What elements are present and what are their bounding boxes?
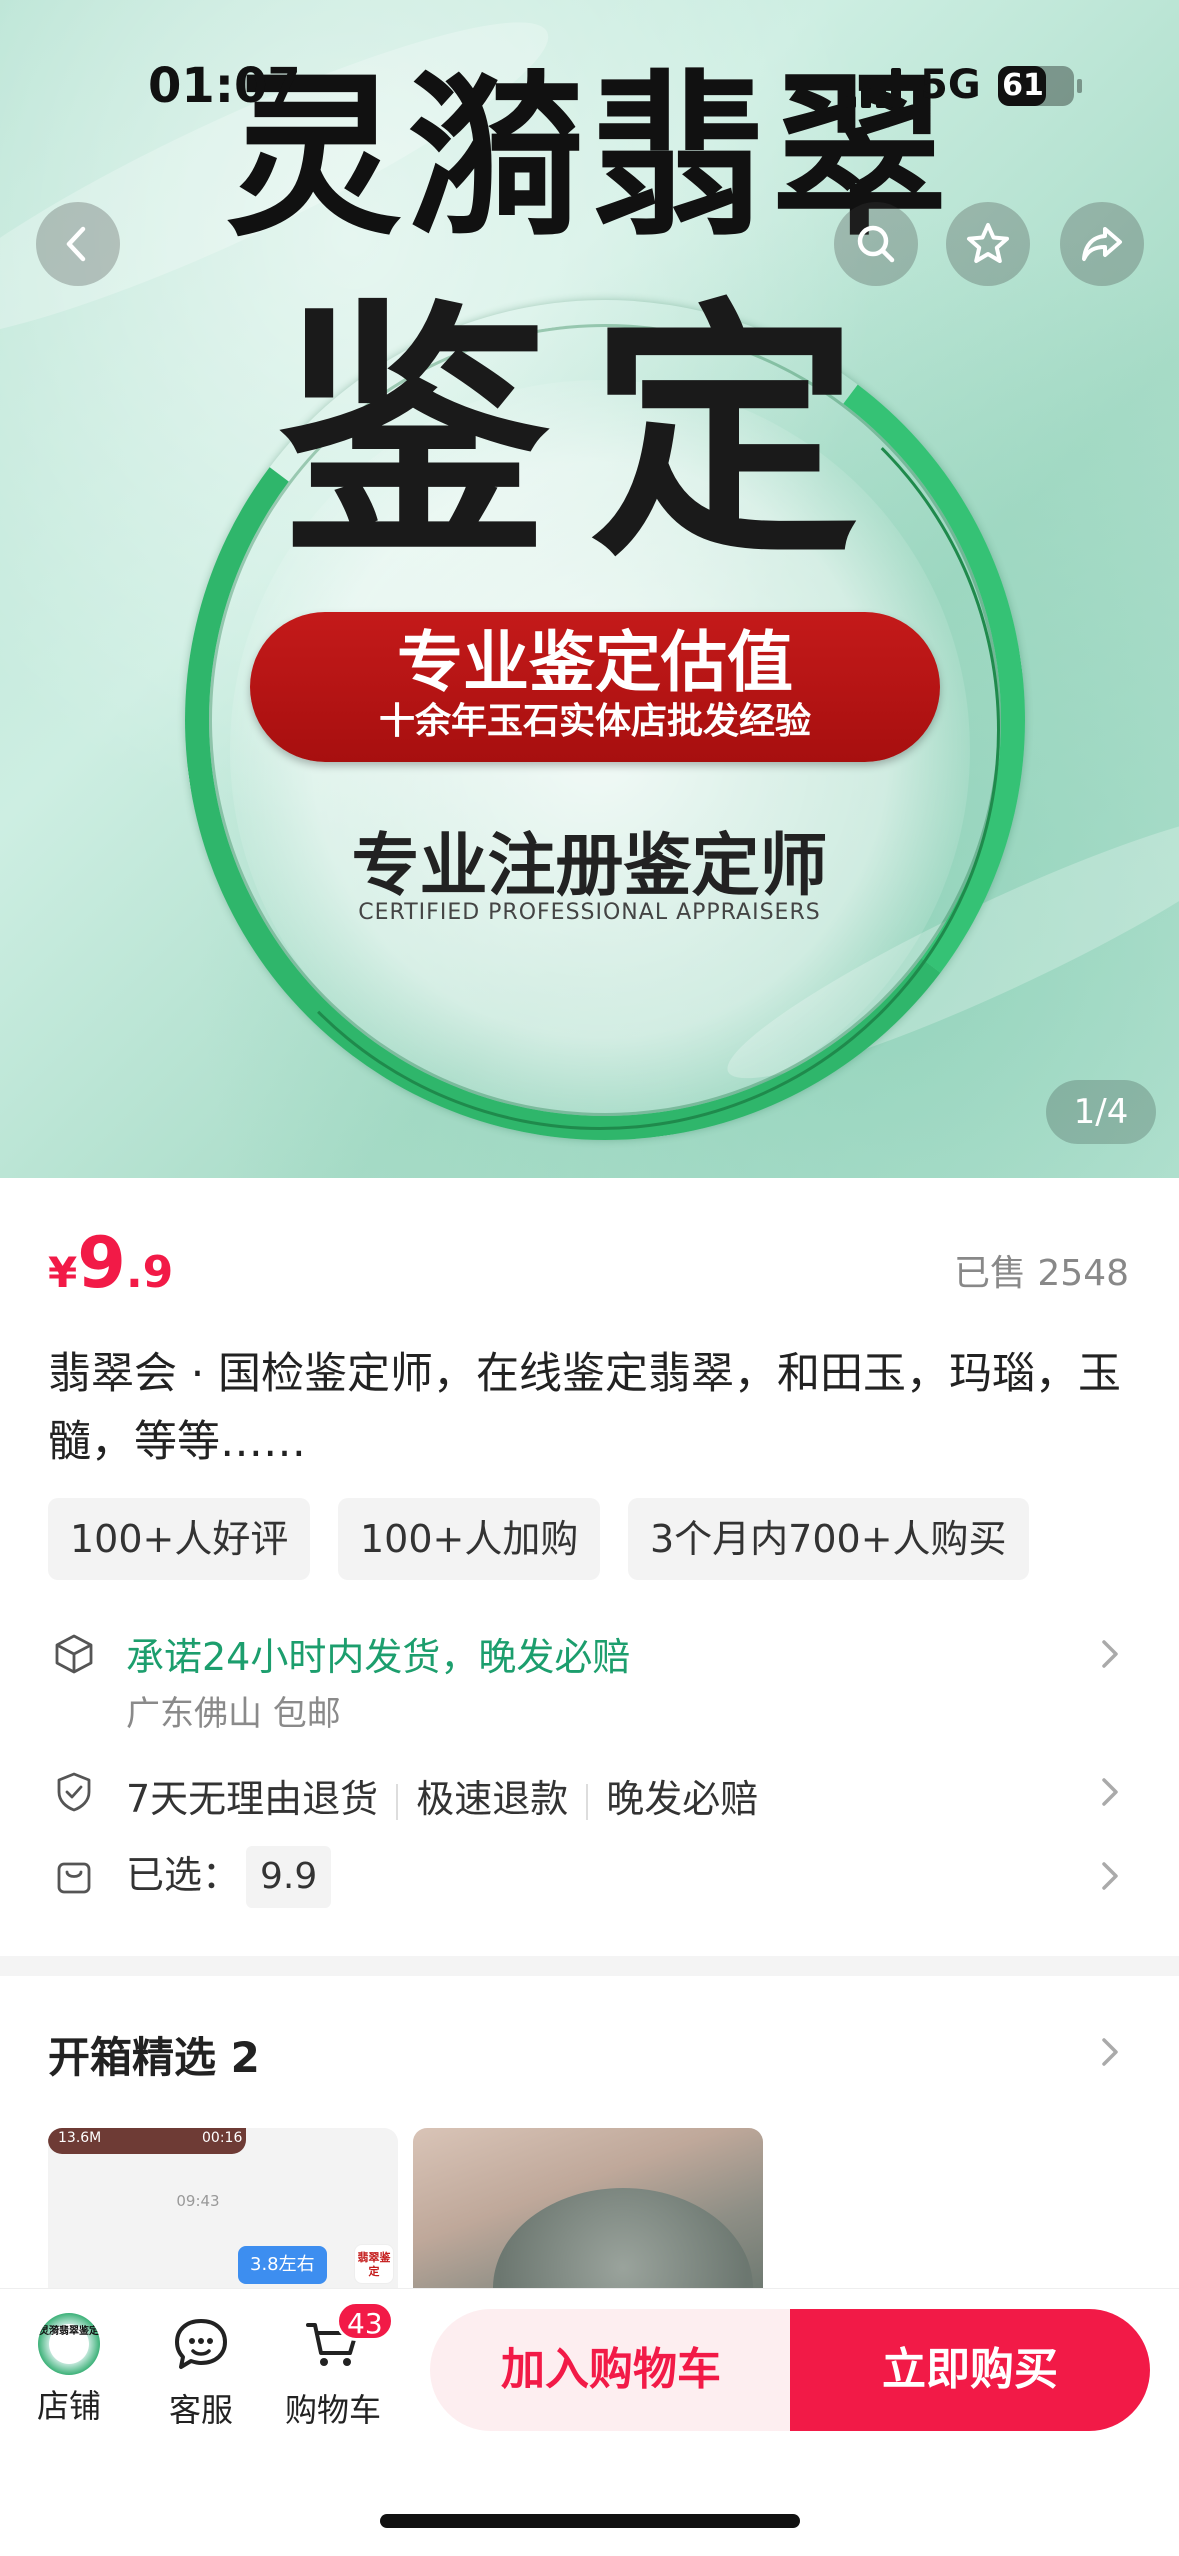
price-currency: ¥ [48, 1248, 78, 1297]
shopping-bag-icon [57, 1862, 91, 1894]
service-guarantee-row[interactable]: 7天无理由退货 极速退款 晚发必赔 [0, 1760, 1179, 1824]
package-icon [55, 1634, 93, 1674]
product-price: ¥9.9 [48, 1222, 173, 1304]
price-decimal: .9 [125, 1247, 174, 1298]
hero-subtitle-en: CERTIFIED PROFESSIONAL APPRAISERS [358, 900, 821, 925]
network-type: 5G [920, 62, 981, 108]
image-pager: 1/4 [1046, 1080, 1156, 1144]
video-size: 13.6M [58, 2130, 102, 2146]
tag-good-reviews[interactable]: 100+人好评 [48, 1498, 311, 1580]
shop-logo-avatar: 灵漪翡翠鉴定 [38, 2313, 100, 2375]
customer-service-label: 客服 [168, 2391, 233, 2429]
cart-tab[interactable]: 43 购物车 [278, 2301, 394, 2431]
divider [586, 1783, 589, 1820]
chevron-right-icon[interactable] [1095, 2032, 1125, 2072]
battery-level: 61 [1002, 68, 1044, 103]
service-list: 7天无理由退货 极速退款 晚发必赔 [126, 1768, 758, 1823]
share-icon [1082, 227, 1122, 261]
banner-sub-text: 十余年玉石实体店批发经验 [378, 701, 811, 742]
search-button[interactable] [834, 202, 918, 286]
battery-icon: 61 [998, 66, 1082, 106]
favorite-button[interactable] [946, 202, 1030, 286]
hero-red-banner: 专业鉴定估值 十余年玉石实体店批发经验 [250, 612, 940, 762]
service-item-late: 晚发必赔 [606, 1777, 759, 1821]
chat-bubble-icon [175, 2319, 227, 2369]
cart-label: 购物车 [284, 2391, 381, 2429]
share-button[interactable] [1060, 202, 1144, 286]
shop-tab[interactable]: 灵漪翡翠鉴定 店铺 [14, 2313, 124, 2427]
banner-main-text: 专业鉴定估值 [397, 624, 793, 701]
chat-bubble: 3.8左右 [238, 2246, 327, 2284]
service-item-return: 7天无理由退货 [126, 1777, 379, 1821]
tag-purchases[interactable]: 3个月内700+人购买 [628, 1498, 1029, 1580]
signal-icon [846, 66, 906, 108]
selected-spec: 已选： 9.9 [126, 1844, 332, 1908]
shield-check-icon [57, 1772, 91, 1812]
chat-avatar-logo: 翡翠鉴定 [354, 2244, 394, 2284]
shipping-origin: 广东佛山 包邮 [126, 1694, 341, 1734]
divider [396, 1783, 399, 1820]
hero-subtitle: 专业注册鉴定师 [351, 827, 828, 906]
price-integer: 9 [77, 1222, 126, 1304]
add-to-cart-button[interactable]: 加入购物车 [430, 2309, 792, 2431]
status-bar: 01:07 5G 61 [0, 0, 1179, 130]
sold-count: 已售 2548 [953, 1253, 1129, 1294]
cart-count-badge: 43 [336, 2301, 394, 2341]
chevron-right-icon [1102, 1640, 1118, 1668]
selected-value: 9.9 [246, 1846, 332, 1908]
shop-label: 店铺 [36, 2387, 101, 2425]
back-button[interactable] [36, 202, 120, 286]
video-duration: 00:16 [202, 2130, 243, 2146]
shipping-promise: 承诺24小时内发货，晚发必赔 [126, 1635, 631, 1679]
unboxing-thumbnail-2[interactable] [413, 2128, 763, 2288]
star-icon [967, 223, 1009, 263]
unboxing-title: 开箱精选 2 [48, 2033, 260, 2082]
tag-added-to-cart[interactable]: 100+人加购 [338, 1498, 601, 1580]
service-item-refund: 极速退款 [416, 1777, 569, 1821]
unboxing-thumbnail-1[interactable]: 13.6M 00:16 09:43 3.8左右 翡翠鉴定 [48, 2128, 398, 2288]
product-title: 翡翠会 · 国检鉴定师，在线鉴定翡翠，和田玉，玛瑙，玉髓，等等…… [48, 1349, 1122, 1467]
customer-service-tab[interactable]: 客服 [146, 2313, 256, 2431]
chevron-right-icon [1102, 1778, 1118, 1806]
hero-title-appraisal: 鉴定 [279, 277, 900, 592]
selected-label: 已选： [126, 1853, 241, 1897]
chevron-left-icon [66, 226, 86, 262]
chat-time: 09:43 [176, 2192, 220, 2210]
product-image-carousel[interactable]: 灵漪翡翠 鉴定 专业鉴定估值 十余年玉石实体店批发经验 专业注册鉴定师 CERT… [0, 0, 1179, 1178]
jade-photo [493, 2188, 753, 2288]
status-time: 01:07 [148, 58, 301, 114]
home-indicator [380, 2514, 800, 2528]
chevron-right-icon [1102, 1862, 1118, 1890]
buy-now-button[interactable]: 立即购买 [790, 2309, 1150, 2431]
selected-spec-row[interactable]: 已选： 9.9 [0, 1840, 1179, 1910]
search-icon [857, 225, 895, 263]
shipping-row[interactable]: 承诺24小时内发货，晚发必赔 广东佛山 包邮 [0, 1620, 1179, 1740]
